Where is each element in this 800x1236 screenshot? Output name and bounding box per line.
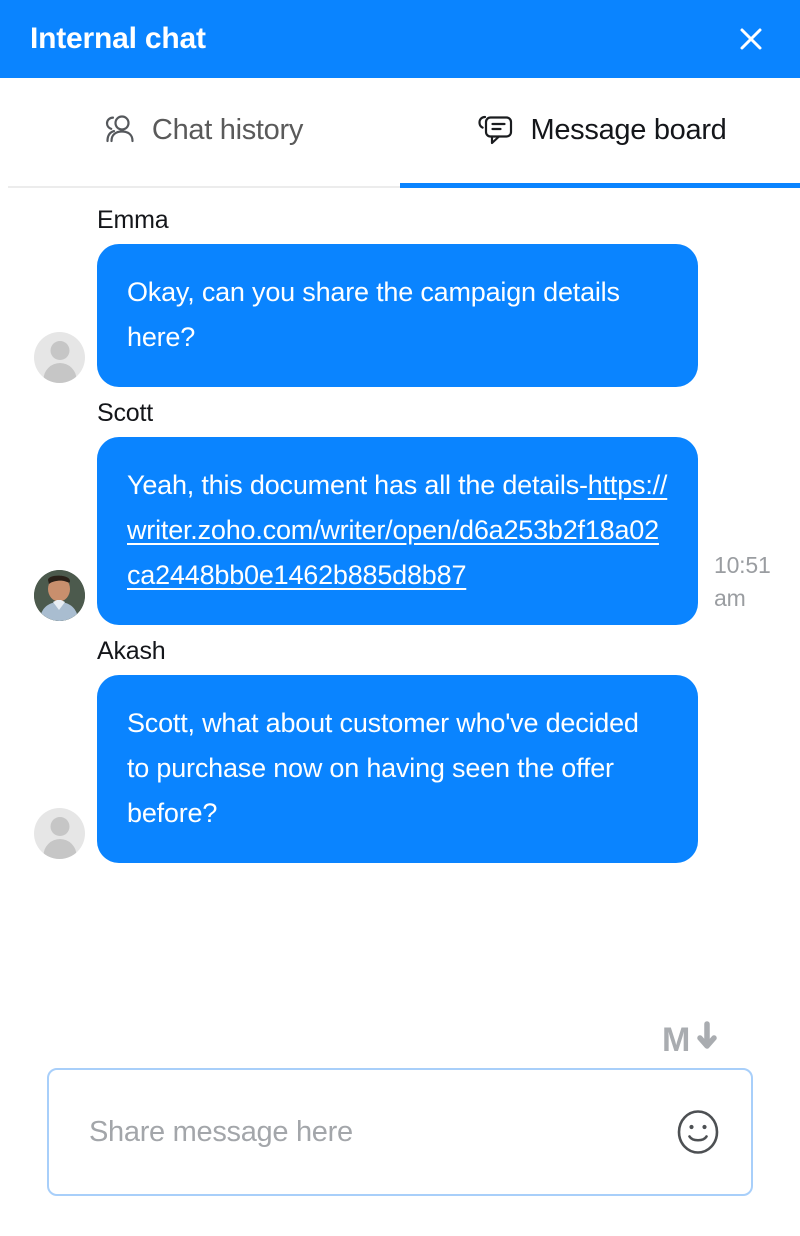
message-item: Akash Scott, what about customer who've … xyxy=(0,639,800,863)
tab-message-board-label: Message board xyxy=(530,113,727,146)
avatar[interactable] xyxy=(34,332,85,383)
message-row: Scott, what about customer who've decide… xyxy=(34,675,800,863)
people-icon xyxy=(97,114,137,146)
composer[interactable] xyxy=(47,1068,753,1196)
markdown-icon[interactable]: M xyxy=(662,1018,724,1062)
message-row: Okay, can you share the campaign details… xyxy=(34,244,800,387)
tab-message-board[interactable]: Message board xyxy=(400,78,800,188)
message-item: Emma Okay, can you share the campaign de… xyxy=(0,208,800,387)
tab-bar: Chat history Message board xyxy=(0,78,800,188)
chat-bubble-icon xyxy=(474,113,516,147)
message-bubble[interactable]: Okay, can you share the campaign details… xyxy=(97,244,698,387)
emoji-button[interactable] xyxy=(673,1107,723,1157)
close-button[interactable] xyxy=(728,16,774,62)
message-input[interactable] xyxy=(89,1115,673,1149)
smiley-icon xyxy=(676,1109,720,1155)
composer-container xyxy=(0,1068,800,1236)
timestamp-hour: 10:51 xyxy=(714,552,771,578)
message-text: Yeah, this document has all the details- xyxy=(127,470,588,500)
markdown-hint-row: M xyxy=(0,1016,800,1068)
internal-chat-window: Internal chat Chat history Message board… xyxy=(0,0,800,1236)
message-row: Yeah, this document has all the details-… xyxy=(34,437,800,625)
message-timestamp: 10:51 am xyxy=(714,549,788,615)
tab-chat-history-label: Chat history xyxy=(151,113,304,146)
tab-chat-history[interactable]: Chat history xyxy=(0,78,400,188)
message-item: Scott Yeah, this document has all the de… xyxy=(0,401,800,625)
avatar[interactable] xyxy=(34,808,85,859)
message-sender: Emma xyxy=(97,206,169,234)
svg-text:M: M xyxy=(662,1021,690,1059)
message-sender: Akash xyxy=(97,637,166,665)
timestamp-meridiem: am xyxy=(714,585,746,611)
message-bubble[interactable]: Yeah, this document has all the details-… xyxy=(97,437,698,625)
close-icon xyxy=(736,24,766,54)
avatar[interactable] xyxy=(34,570,85,621)
window-title: Internal chat xyxy=(30,22,206,55)
message-sender: Scott xyxy=(97,399,153,427)
message-list[interactable]: Emma Okay, can you share the campaign de… xyxy=(0,188,800,1016)
window-header: Internal chat xyxy=(0,0,800,78)
message-bubble[interactable]: Scott, what about customer who've decide… xyxy=(97,675,698,863)
